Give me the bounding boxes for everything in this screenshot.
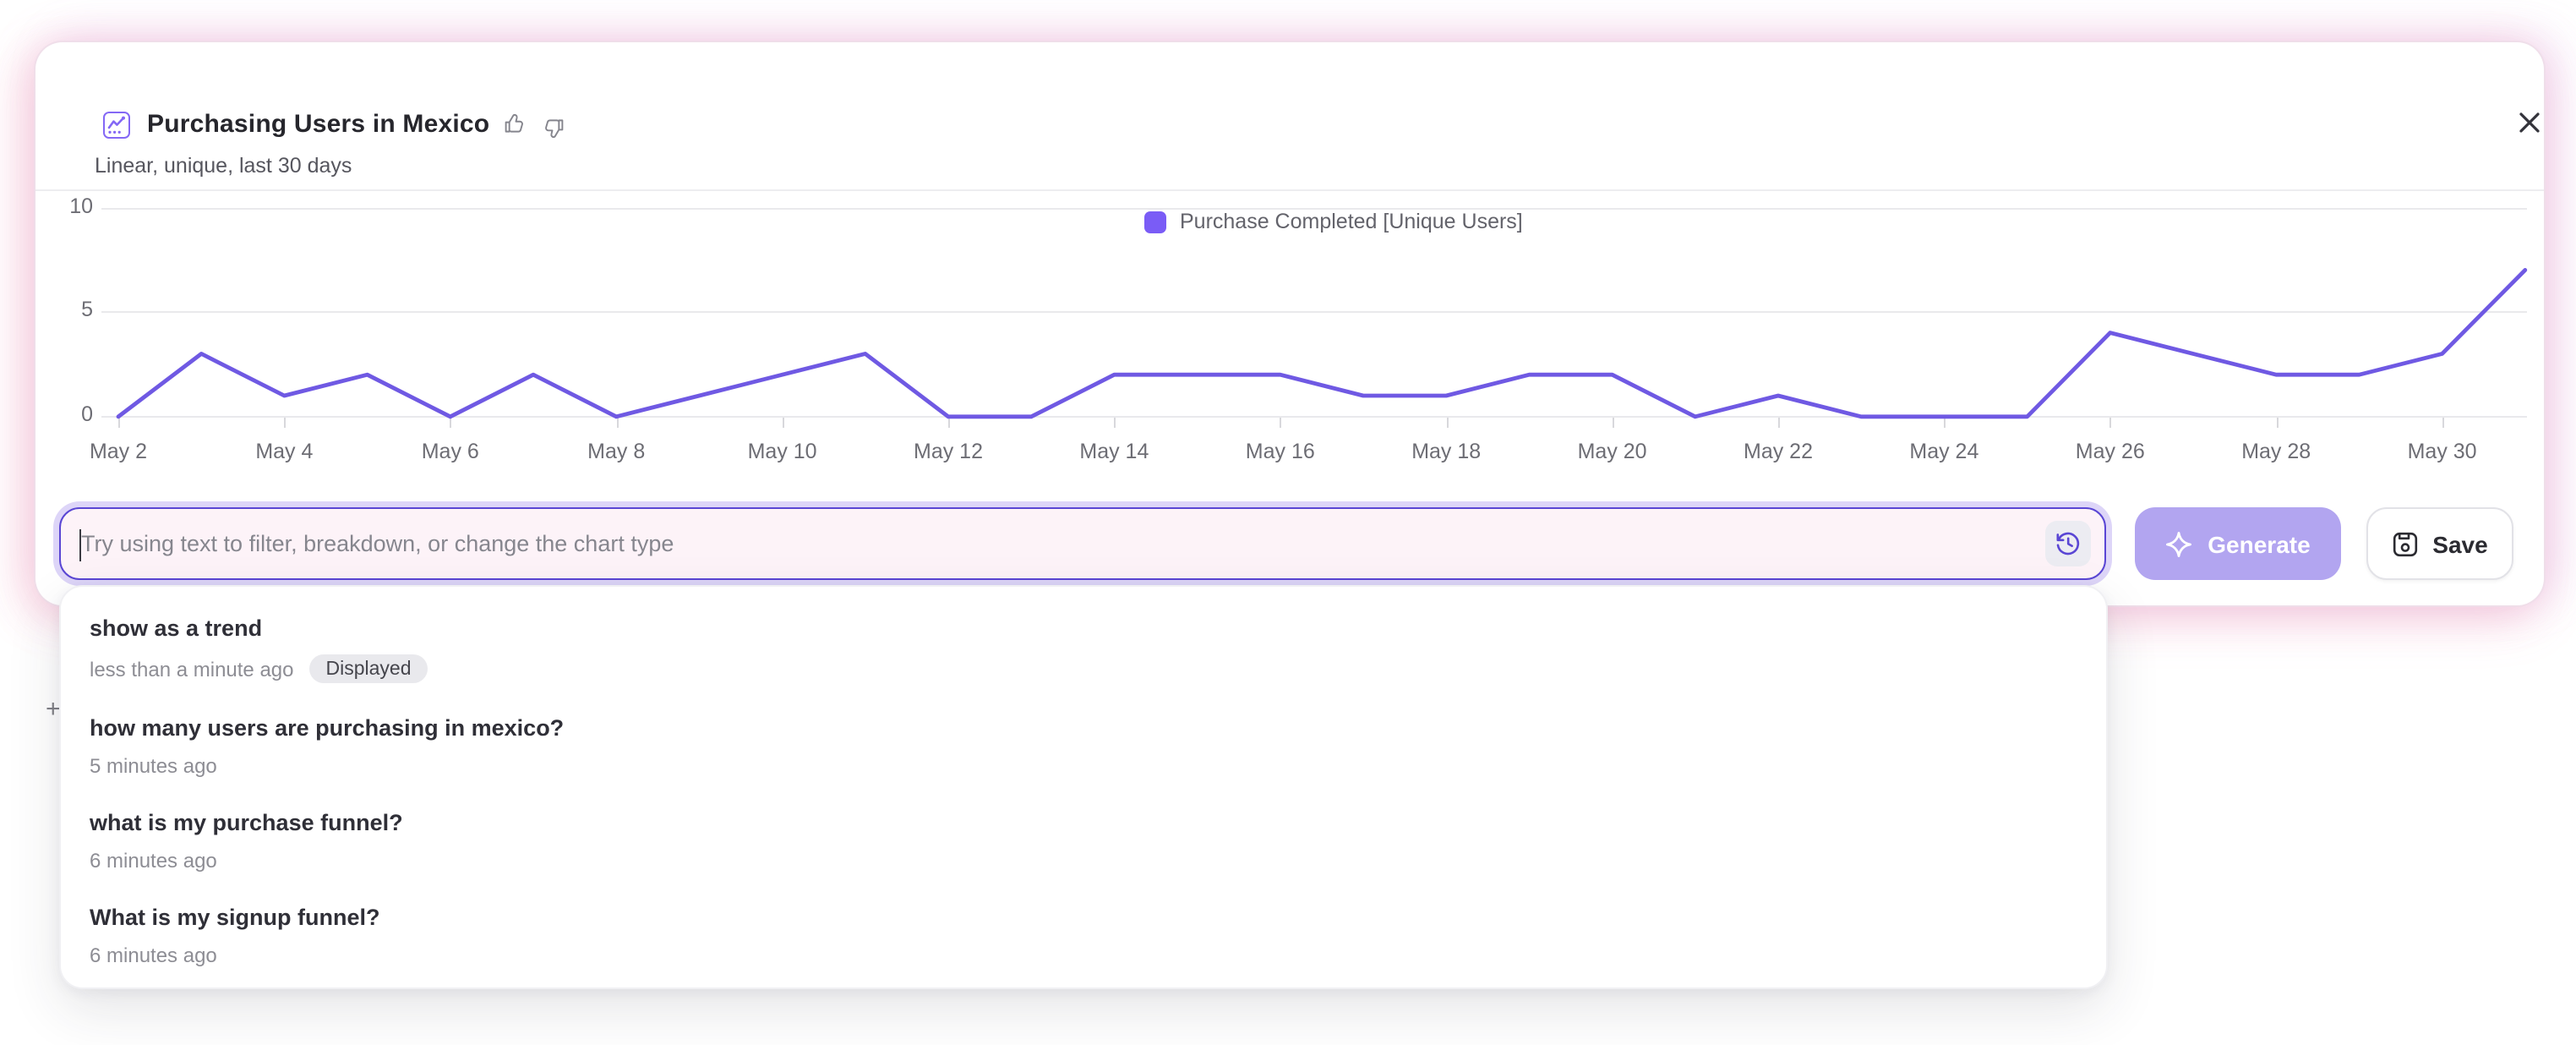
prompt-history-dropdown: show as a trend less than a minute ago D… <box>59 585 2108 989</box>
history-item[interactable]: show as a trend less than a minute ago D… <box>61 600 2106 700</box>
history-button[interactable] <box>2045 521 2091 566</box>
history-item[interactable]: what is my purchase funnel? 6 minutes ag… <box>61 795 2106 889</box>
ai-prompt-input[interactable] <box>61 509 2045 578</box>
legend-label: Purchase Completed [Unique Users] <box>1180 210 1523 233</box>
history-item-query: how many users are purchasing in mexico? <box>90 715 2077 741</box>
text-caret <box>79 529 81 561</box>
page-title: Purchasing Users in Mexico <box>147 110 489 139</box>
thumbs-down-icon[interactable] <box>541 117 565 140</box>
save-button[interactable]: Save <box>2366 507 2513 580</box>
history-clock-icon <box>2054 529 2082 558</box>
thumbs-up-icon[interactable] <box>504 112 527 135</box>
history-item-time: 6 minutes ago <box>90 849 217 873</box>
plus-icon: + <box>46 695 61 724</box>
history-item-time: 5 minutes ago <box>90 754 217 778</box>
history-item-query: show as a trend <box>90 616 2077 641</box>
save-button-label: Save <box>2432 530 2487 557</box>
save-icon <box>2392 530 2419 557</box>
generate-button[interactable]: Generate <box>2135 507 2341 580</box>
history-item-time: 6 minutes ago <box>90 944 217 967</box>
close-icon[interactable] <box>2517 110 2544 137</box>
history-item[interactable]: What is my signup funnel? 6 minutes ago <box>61 889 2106 984</box>
displayed-badge: Displayed <box>309 654 428 683</box>
legend-swatch <box>1144 211 1166 233</box>
history-item-query: what is my purchase funnel? <box>90 810 2077 835</box>
chart-subtitle: Linear, unique, last 30 days <box>95 154 352 178</box>
sparkle-icon <box>2165 530 2192 557</box>
header-divider <box>35 189 2544 191</box>
generate-button-label: Generate <box>2208 530 2310 557</box>
line-chart-icon <box>103 112 130 139</box>
ai-prompt-inputbox <box>59 507 2106 580</box>
history-item-time: less than a minute ago <box>90 657 294 681</box>
chart-legend: Purchase Completed [Unique Users] <box>1144 210 1523 233</box>
history-item-query: What is my signup funnel? <box>90 905 2077 930</box>
page: Purchasing Users in Mexico Linear, uniqu… <box>0 0 2576 1045</box>
history-item[interactable]: how many users are purchasing in mexico?… <box>61 700 2106 795</box>
